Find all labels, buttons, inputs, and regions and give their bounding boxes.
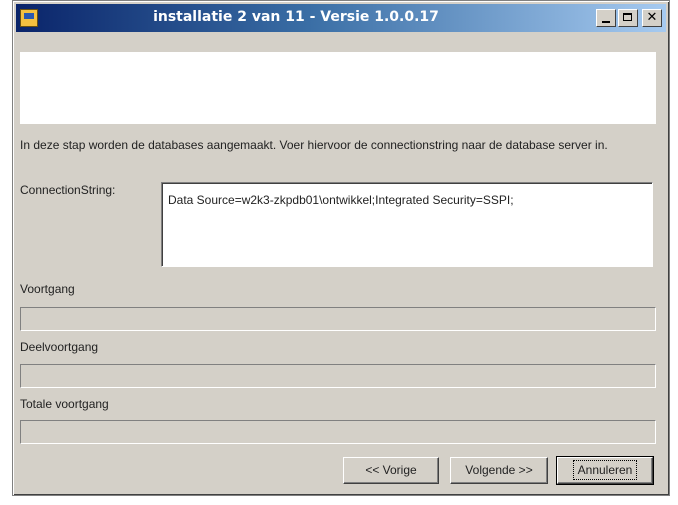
voortgang-label: Voortgang <box>20 282 75 296</box>
cancel-button-label: Annuleren <box>572 460 638 480</box>
close-icon[interactable]: ✕ <box>642 9 662 27</box>
totale-voortgang-progress-bar <box>20 420 656 444</box>
title-bar[interactable]: installatie 2 van 11 - Versie 1.0.0.17 ✕ <box>16 4 666 32</box>
connection-string-input[interactable]: Data Source=w2k3-zkpdb01\ontwikkel;Integ… <box>161 182 653 267</box>
cancel-button[interactable]: Annuleren <box>556 456 654 485</box>
deelvoortgang-label: Deelvoortgang <box>20 340 99 354</box>
previous-button[interactable]: << Vorige <box>343 457 439 484</box>
window-title: installatie 2 van 11 - Versie 1.0.0.17 <box>153 9 439 25</box>
step-description: In deze stap worden de databases aangema… <box>20 138 608 152</box>
header-banner <box>20 52 656 124</box>
connection-string-label: ConnectionString: <box>20 183 116 197</box>
totale-voortgang-label: Totale voortgang <box>20 397 109 411</box>
window-controls: ✕ <box>596 9 662 27</box>
deelvoortgang-progress-bar <box>20 364 656 388</box>
maximize-icon[interactable] <box>618 9 638 27</box>
minimize-icon[interactable] <box>596 9 616 27</box>
voortgang-progress-bar <box>20 307 656 331</box>
next-button[interactable]: Volgende >> <box>450 457 548 484</box>
